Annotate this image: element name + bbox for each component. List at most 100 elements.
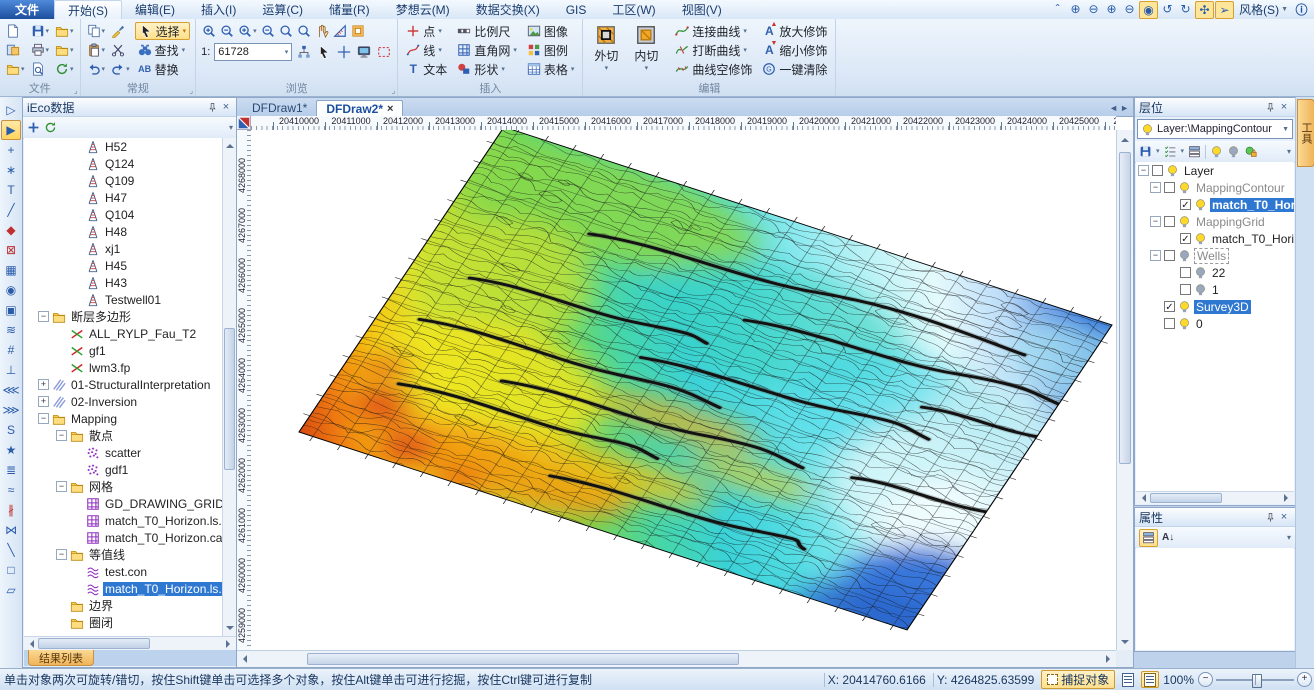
pin-icon[interactable] xyxy=(1263,510,1277,524)
insert-text-button[interactable]: T文本 xyxy=(403,60,450,78)
layer-tree-item[interactable]: 0 xyxy=(1136,315,1294,332)
zoom-rotate-button[interactable] xyxy=(296,22,312,40)
canvas-hscrollbar[interactable] xyxy=(237,650,1116,667)
zoom-previous-button[interactable] xyxy=(278,22,294,40)
data-tree-item[interactable]: − 网格 xyxy=(24,478,236,495)
layer-bulb-icon[interactable] xyxy=(1194,266,1207,279)
scrollbar-thumb[interactable] xyxy=(1119,152,1131,464)
dialog-launcher-icon[interactable]: ⌟ xyxy=(189,86,193,95)
toolbar-overflow-icon[interactable]: ▾ xyxy=(229,123,233,132)
data-tree-item[interactable]: H45 xyxy=(24,257,236,274)
canvas-vscrollbar[interactable] xyxy=(1116,130,1133,652)
menu-item[interactable]: 运算(C) xyxy=(249,0,316,19)
layer-tree-item[interactable]: Survey3D xyxy=(1136,298,1294,315)
menu-quick-icon[interactable]: ⊖ xyxy=(1121,1,1138,17)
menu-item[interactable]: 开始(S) xyxy=(54,0,122,19)
layer-combobox[interactable]: Layer:\MappingContour ▼ xyxy=(1137,119,1293,139)
layer-bulb-icon[interactable] xyxy=(1194,283,1207,296)
preview-button[interactable] xyxy=(30,60,51,78)
tool-strip-icon[interactable]: ≈ xyxy=(1,480,21,500)
zoom-slider-thumb[interactable] xyxy=(1252,674,1262,688)
tab-scroll-left-icon[interactable]: ◄ xyxy=(1109,103,1118,113)
menu-quick-icon[interactable]: ⊕ xyxy=(1103,1,1120,17)
tool-strip-icon[interactable]: ▱ xyxy=(1,580,21,600)
layer-tree-item[interactable]: − Wells xyxy=(1136,247,1294,264)
show-all-bulb-icon[interactable] xyxy=(1210,145,1223,158)
insert-shape-button[interactable]: 形状▾ xyxy=(454,60,520,78)
map-viewport[interactable] xyxy=(251,130,1118,652)
tools-vertical-tab[interactable]: 工具 xyxy=(1297,99,1314,167)
save-layers-icon[interactable] xyxy=(1139,145,1152,158)
layer-bulb-icon[interactable] xyxy=(1178,317,1191,330)
data-tree-item[interactable]: − 断层多边形 xyxy=(24,308,236,325)
menu-item[interactable]: 工区(W) xyxy=(599,0,668,19)
insert-scalebar-button[interactable]: 比例尺 xyxy=(454,22,520,40)
decorate-curve-button[interactable]: 曲线空修饰 xyxy=(672,60,755,78)
layer-visibility-checkbox[interactable] xyxy=(1180,284,1191,295)
dialog-launcher-icon[interactable]: ⌟ xyxy=(74,86,78,95)
data-tree-item[interactable]: xj1 xyxy=(24,240,236,257)
menu-quick-icon[interactable]: ➢ xyxy=(1215,1,1234,19)
data-tree-item[interactable]: H52 xyxy=(24,138,236,155)
tool-strip-icon[interactable]: ▷ xyxy=(1,100,21,120)
data-tree-item[interactable]: scatter xyxy=(24,444,236,461)
tool-strip-icon[interactable]: ⋈ xyxy=(1,520,21,540)
tree-expander[interactable]: − xyxy=(56,430,67,441)
data-tree-item[interactable]: lwm3.fp xyxy=(24,359,236,376)
lock-bulb-icon[interactable] xyxy=(1244,145,1257,158)
data-tree-item[interactable]: H47 xyxy=(24,189,236,206)
zoom-in-control[interactable]: + xyxy=(1297,672,1312,687)
format-brush-button[interactable] xyxy=(110,22,131,40)
screen-view-button[interactable] xyxy=(356,43,372,61)
replace-button[interactable]: AB替换 xyxy=(135,60,191,78)
info-icon[interactable]: ⓘ xyxy=(1293,2,1310,18)
find-button[interactable]: 查找▾ xyxy=(135,41,191,59)
categorized-view-icon[interactable] xyxy=(1139,529,1158,547)
menu-item[interactable]: 储量(R) xyxy=(316,0,383,19)
layer-bulb-icon[interactable] xyxy=(1194,198,1207,211)
layer-visibility-checkbox[interactable] xyxy=(1152,165,1163,176)
menu-item[interactable]: GIS xyxy=(553,0,600,19)
inner-clip-button[interactable]: 内切▾ xyxy=(628,22,664,82)
scrollbar-thumb[interactable] xyxy=(224,328,235,470)
scrollbar-thumb[interactable] xyxy=(38,638,150,649)
layer-tree-item[interactable]: 22 xyxy=(1136,264,1294,281)
zoom-out-button[interactable] xyxy=(219,22,235,40)
check-list-icon[interactable] xyxy=(1164,145,1177,158)
tool-strip-icon[interactable]: S xyxy=(1,420,21,440)
tool-strip-icon[interactable]: ⋘ xyxy=(1,380,21,400)
tree-expander[interactable]: − xyxy=(1138,165,1149,176)
data-tree-item[interactable]: test.con xyxy=(24,563,236,580)
tool-strip-icon[interactable]: ⊥ xyxy=(1,360,21,380)
menu-quick-icon[interactable]: ˆ xyxy=(1049,1,1066,17)
enlarge-decor-button[interactable]: A▲放大修饰 xyxy=(759,22,830,40)
menu-quick-icon[interactable]: ↻ xyxy=(1177,1,1194,17)
tool-strip-icon[interactable]: ⊠ xyxy=(1,240,21,260)
hierarchy-button[interactable] xyxy=(296,43,312,61)
layer-bulb-icon[interactable] xyxy=(1178,181,1191,194)
layer-bulb-icon[interactable] xyxy=(1166,164,1179,177)
tool-strip-icon[interactable]: ∗ xyxy=(1,160,21,180)
layer-visibility-checkbox[interactable] xyxy=(1164,250,1175,261)
pick-object-button[interactable] xyxy=(316,43,332,61)
layer-bulb-icon[interactable] xyxy=(1178,215,1191,228)
connect-curve-button[interactable]: 连接曲线▾ xyxy=(672,22,755,40)
layer-tree-item[interactable]: − Layer xyxy=(1136,162,1294,179)
outer-clip-button[interactable]: 外切▾ xyxy=(588,22,624,82)
measure-button[interactable] xyxy=(332,22,348,40)
export-button[interactable]: ▾ xyxy=(54,41,75,59)
insert-image-button[interactable]: 图像 xyxy=(524,22,578,40)
layer-visibility-checkbox[interactable] xyxy=(1164,318,1175,329)
insert-grid-button[interactable]: 直角网▾ xyxy=(454,41,520,59)
data-tree-item[interactable]: match_T0_Horizon.ls. xyxy=(24,512,236,529)
data-tree-item[interactable]: ALL_RYLP_Fau_T2 xyxy=(24,325,236,342)
print-button[interactable]: ▾ xyxy=(30,41,51,59)
menu-item[interactable]: 插入(I) xyxy=(188,0,249,19)
menu-quick-icon[interactable]: ⊕ xyxy=(1067,1,1084,17)
menu-quick-icon[interactable]: ↺ xyxy=(1159,1,1176,17)
cut-button[interactable] xyxy=(110,41,131,59)
layer-visibility-checkbox[interactable] xyxy=(1180,233,1191,244)
layer-visibility-checkbox[interactable] xyxy=(1164,301,1175,312)
menu-item[interactable]: 梦想云(M) xyxy=(383,0,463,19)
layer-visibility-checkbox[interactable] xyxy=(1164,182,1175,193)
